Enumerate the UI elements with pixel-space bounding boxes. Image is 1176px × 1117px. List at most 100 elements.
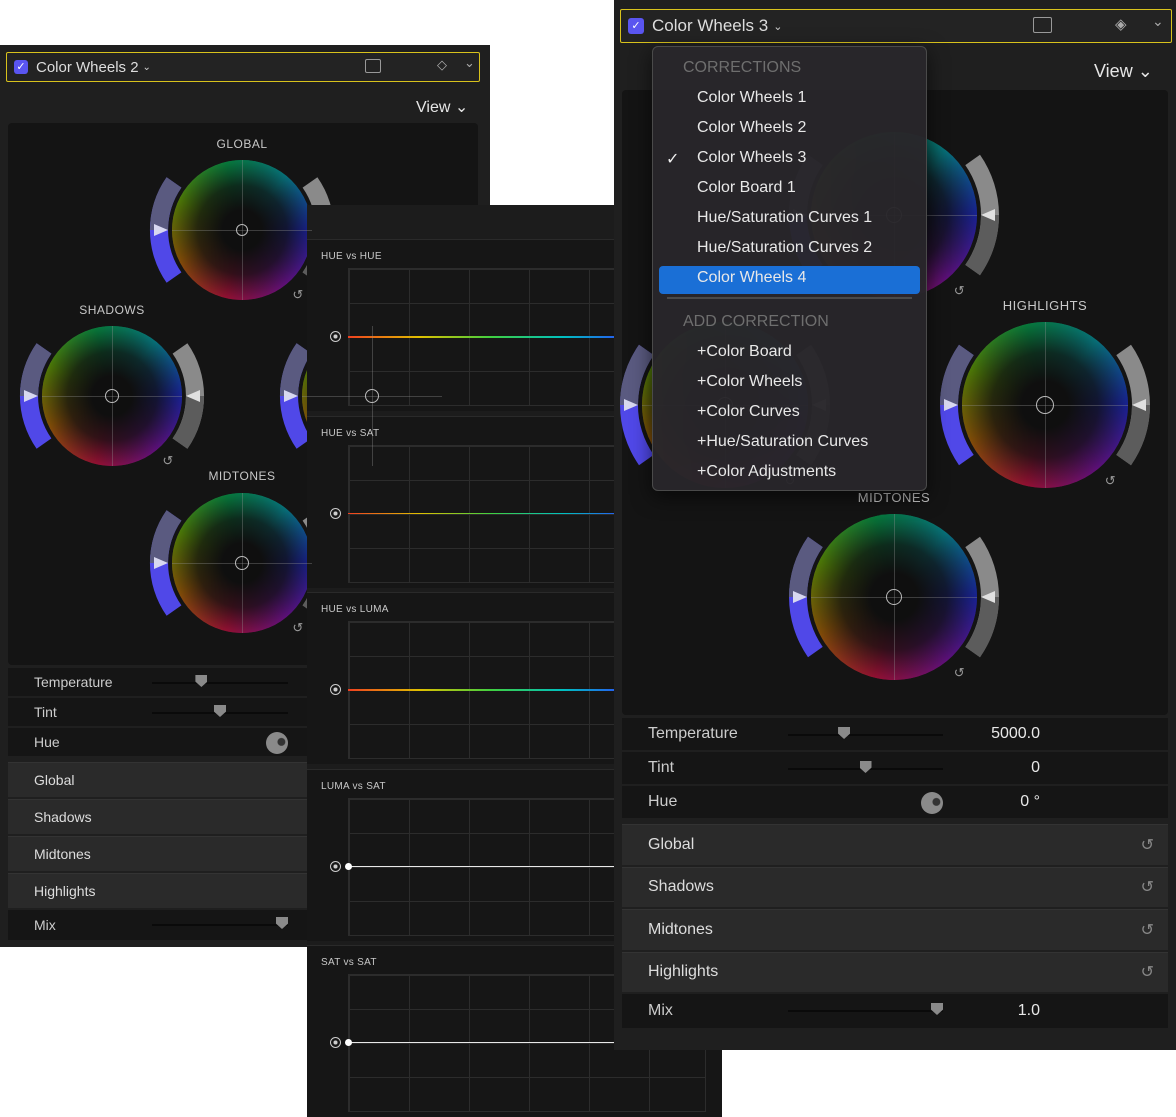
reset-icon[interactable]: ↺ (1141, 920, 1154, 940)
section-label: Global (34, 772, 75, 788)
menu-item-correction[interactable]: Color Wheels 4 (697, 269, 806, 287)
view-menu[interactable]: View ⌄ (416, 97, 468, 117)
section-label: Midtones (648, 920, 713, 938)
effect-header[interactable]: ✓ Color Wheels 2 ⌄ ◇ ⌄ (6, 52, 480, 82)
section-label: Shadows (648, 878, 714, 896)
control-label: Temperature (648, 725, 738, 742)
control-value[interactable]: 0 (1031, 759, 1040, 777)
control-row-tint: Tint 0 (622, 752, 1168, 784)
mask-icon[interactable] (365, 59, 381, 73)
hue-dial[interactable] (266, 732, 288, 754)
eyedropper-icon[interactable] (330, 331, 341, 342)
mix-slider-track[interactable] (152, 924, 288, 926)
keyframe-icon[interactable]: ◈ (1115, 15, 1127, 33)
slider-thumb[interactable] (859, 761, 872, 773)
view-label: View (416, 99, 451, 116)
menu-item-correction[interactable]: Hue/Saturation Curves 1 (697, 209, 872, 227)
control-value[interactable]: 0 ° (1020, 793, 1040, 811)
hue-dial[interactable] (921, 792, 943, 814)
slider-track[interactable] (788, 734, 943, 736)
reset-icon[interactable]: ↺ (954, 665, 965, 681)
eyedropper-icon[interactable] (330, 1037, 341, 1048)
reset-icon[interactable]: ↺ (1141, 835, 1154, 855)
curve-label: HUE vs HUE (321, 251, 382, 262)
view-label: View (1094, 61, 1133, 81)
slider-thumb[interactable] (195, 675, 208, 687)
color-puck[interactable] (365, 389, 379, 403)
add-correction-header: ADD CORRECTION (683, 313, 829, 330)
chevron-down-icon: ⌄ (773, 20, 783, 33)
reset-icon[interactable]: ↺ (1141, 962, 1154, 982)
menu-item-add-correction[interactable]: +Color Adjustments (697, 463, 836, 481)
menu-item-correction[interactable]: Color Wheels 1 (697, 89, 806, 107)
menu-item-add-correction[interactable]: +Color Curves (697, 403, 800, 421)
color-puck[interactable] (886, 589, 902, 605)
section-shadows[interactable]: Shadows ↺ (622, 866, 1168, 907)
effect-header[interactable]: ✓ Color Wheels 3 ⌄ ◈ ⌄ (620, 9, 1172, 43)
corrections-dropdown-menu: CORRECTIONS ADD CORRECTION Color Wheels … (652, 46, 927, 491)
section-highlights[interactable]: Highlights ↺ (622, 951, 1168, 992)
keyframe-icon[interactable]: ◇ (437, 57, 447, 73)
control-label: Tint (34, 704, 57, 720)
color-puck[interactable] (236, 224, 248, 236)
color-puck[interactable] (235, 556, 249, 570)
section-midtones[interactable]: Midtones ↺ (622, 909, 1168, 950)
eyedropper-icon[interactable] (330, 507, 341, 519)
section-label: Shadows (34, 809, 92, 825)
control-label: Hue (648, 793, 678, 810)
checkmark-icon: ✓ (666, 151, 680, 168)
curve-label: HUE vs SAT (321, 427, 380, 439)
menu-item-add-correction[interactable]: +Hue/Saturation Curves (697, 433, 868, 451)
mix-value[interactable]: 1.0 (1018, 1002, 1040, 1020)
reset-icon[interactable]: ↺ (1141, 877, 1154, 897)
enable-checkbox[interactable]: ✓ (628, 18, 644, 34)
menu-item-correction[interactable]: Hue/Saturation Curves 2 (697, 239, 872, 257)
slider-thumb[interactable] (838, 727, 851, 739)
control-label: Hue (34, 734, 60, 750)
mix-label: Mix (34, 917, 56, 933)
control-row-hue: Hue 0 ° (622, 786, 1168, 818)
control-row-temperature: Temperature 5000.0 (622, 718, 1168, 750)
effect-title-dropdown[interactable]: Color Wheels 2 (36, 59, 139, 76)
menu-item-correction[interactable]: Color Wheels 3 (697, 149, 806, 167)
slider-track[interactable] (152, 682, 288, 684)
color-puck[interactable] (105, 389, 119, 403)
eyedropper-icon[interactable] (330, 860, 341, 872)
menu-item-add-correction[interactable]: +Color Wheels (697, 373, 802, 391)
menu-item-add-correction[interactable]: +Color Board (697, 343, 792, 361)
curve-label: HUE vs LUMA (321, 604, 389, 615)
reset-icon[interactable]: ↺ (1105, 473, 1116, 489)
reset-icon[interactable]: ↺ (292, 620, 303, 636)
chevron-down-icon[interactable]: ⌄ (464, 55, 475, 71)
section-label: Highlights (648, 963, 719, 981)
control-label: Temperature (34, 674, 113, 690)
view-menu[interactable]: View ⌄ (1094, 61, 1153, 82)
chevron-down-icon[interactable]: ⌄ (1152, 13, 1164, 30)
reset-icon[interactable]: ↺ (292, 287, 303, 303)
corrections-header: CORRECTIONS (683, 59, 802, 76)
mix-slider-track[interactable] (788, 1010, 943, 1012)
mask-icon[interactable] (1033, 17, 1052, 33)
chevron-down-icon: ⌄ (142, 61, 151, 73)
mix-label: Mix (648, 1002, 673, 1019)
reset-icon[interactable]: ↺ (162, 453, 173, 469)
color-puck[interactable] (1036, 396, 1054, 414)
menu-item-correction[interactable]: Color Board 1 (697, 179, 796, 197)
section-label: Highlights (34, 883, 96, 899)
mix-slider-thumb[interactable] (931, 1003, 943, 1015)
eyedropper-icon[interactable] (330, 684, 341, 695)
enable-checkbox[interactable]: ✓ (14, 60, 28, 74)
control-label: Tint (648, 759, 675, 776)
control-value[interactable]: 5000.0 (991, 725, 1040, 743)
reset-icon[interactable]: ↺ (954, 283, 965, 299)
slider-thumb[interactable] (214, 705, 226, 717)
section-global[interactable]: Global ↺ (622, 824, 1168, 865)
menu-divider (667, 297, 912, 299)
mix-slider-thumb[interactable] (276, 917, 288, 929)
section-label: Global (648, 835, 695, 853)
curve-label: LUMA vs SAT (321, 780, 386, 792)
menu-item-correction[interactable]: Color Wheels 2 (697, 119, 806, 137)
curve-control-point[interactable] (345, 1039, 352, 1046)
curve-control-point[interactable] (345, 862, 352, 870)
effect-title-dropdown[interactable]: Color Wheels 3 (652, 16, 768, 36)
